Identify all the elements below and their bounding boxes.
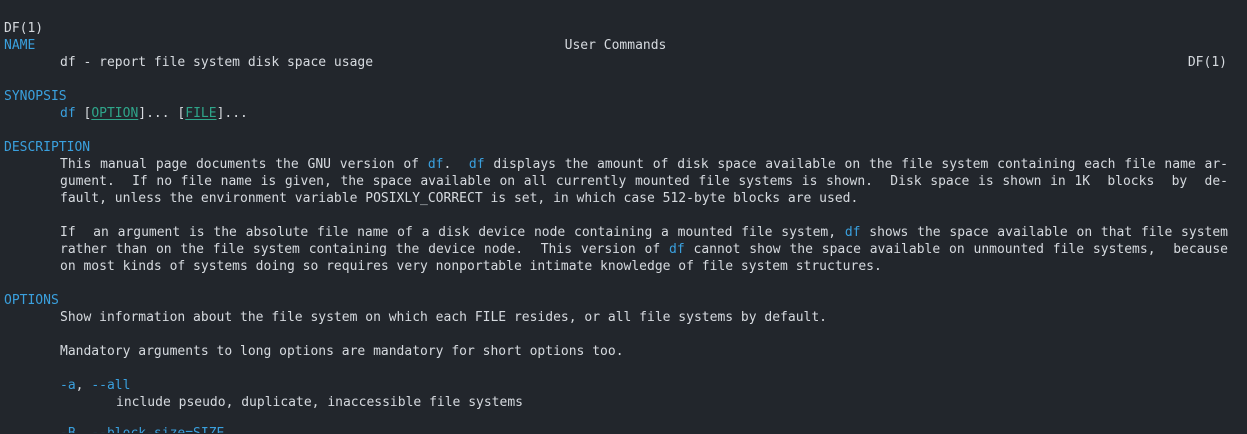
section-heading-options: OPTIONS bbox=[4, 293, 59, 308]
option-block-size-flags: -B, --block-size=SIZE bbox=[60, 426, 225, 434]
description-p2-line3: on most kinds of systems doing so requir… bbox=[60, 259, 882, 274]
command-ref: df bbox=[427, 157, 444, 172]
text-run: rather than on the file system containin… bbox=[60, 242, 669, 257]
name-text: df - report file system disk space usage bbox=[60, 55, 374, 70]
option-flag-long: --all bbox=[91, 378, 131, 393]
synopsis-mid: ]... [ bbox=[138, 106, 186, 121]
man-header: DF(1) User Commands DF(1) bbox=[4, 3, 1227, 70]
text-run: displays the amount of disk space availa… bbox=[484, 157, 1228, 172]
synopsis-file-arg: FILE bbox=[185, 106, 217, 121]
terminal-window[interactable]: DF(1) User Commands DF(1) NAME df - repo… bbox=[0, 0, 1247, 434]
synopsis-option-arg: OPTION bbox=[91, 106, 139, 121]
flag-separator: , bbox=[75, 378, 92, 393]
options-intro: Show information about the file system o… bbox=[60, 310, 828, 325]
text-run: This manual page documents the GNU versi… bbox=[60, 157, 428, 172]
text-run: If an argument is the absolute file name… bbox=[60, 225, 845, 240]
header-left: DF(1) bbox=[4, 21, 44, 36]
command-ref: df bbox=[669, 242, 685, 257]
text-run: . bbox=[443, 157, 469, 172]
synopsis-command: df bbox=[60, 106, 76, 121]
header-right: DF(1) bbox=[1187, 55, 1227, 70]
text-run: shows the space available on that file s… bbox=[860, 225, 1229, 240]
description-p2-line1: If an argument is the absolute file name… bbox=[60, 224, 1228, 241]
command-ref: df bbox=[468, 157, 485, 172]
options-mandatory-note: Mandatory arguments to long options are … bbox=[60, 344, 624, 359]
section-heading-description: DESCRIPTION bbox=[4, 140, 91, 155]
option-all-description: include pseudo, duplicate, inaccessible … bbox=[116, 395, 523, 410]
description-p1-line3: fault, unless the environment variable P… bbox=[60, 191, 859, 206]
synopsis-end: ]... bbox=[216, 106, 248, 121]
synopsis-line: df [OPTION]... [FILE]... bbox=[60, 105, 248, 122]
command-ref: df bbox=[844, 225, 861, 240]
option-flag-short: -a bbox=[60, 378, 76, 393]
section-heading-name: NAME bbox=[4, 38, 36, 53]
header-center: User Commands bbox=[564, 38, 667, 53]
description-p1-line1: This manual page documents the GNU versi… bbox=[60, 156, 1228, 173]
description-p1-line2: gument. If no file name is given, the sp… bbox=[60, 174, 1228, 189]
text-run: cannot show the space available on unmou… bbox=[684, 242, 1228, 257]
section-heading-synopsis: SYNOPSIS bbox=[4, 89, 67, 104]
description-p2-line2: rather than on the file system containin… bbox=[60, 241, 1228, 258]
option-all-flags: -a, --all bbox=[60, 377, 130, 394]
